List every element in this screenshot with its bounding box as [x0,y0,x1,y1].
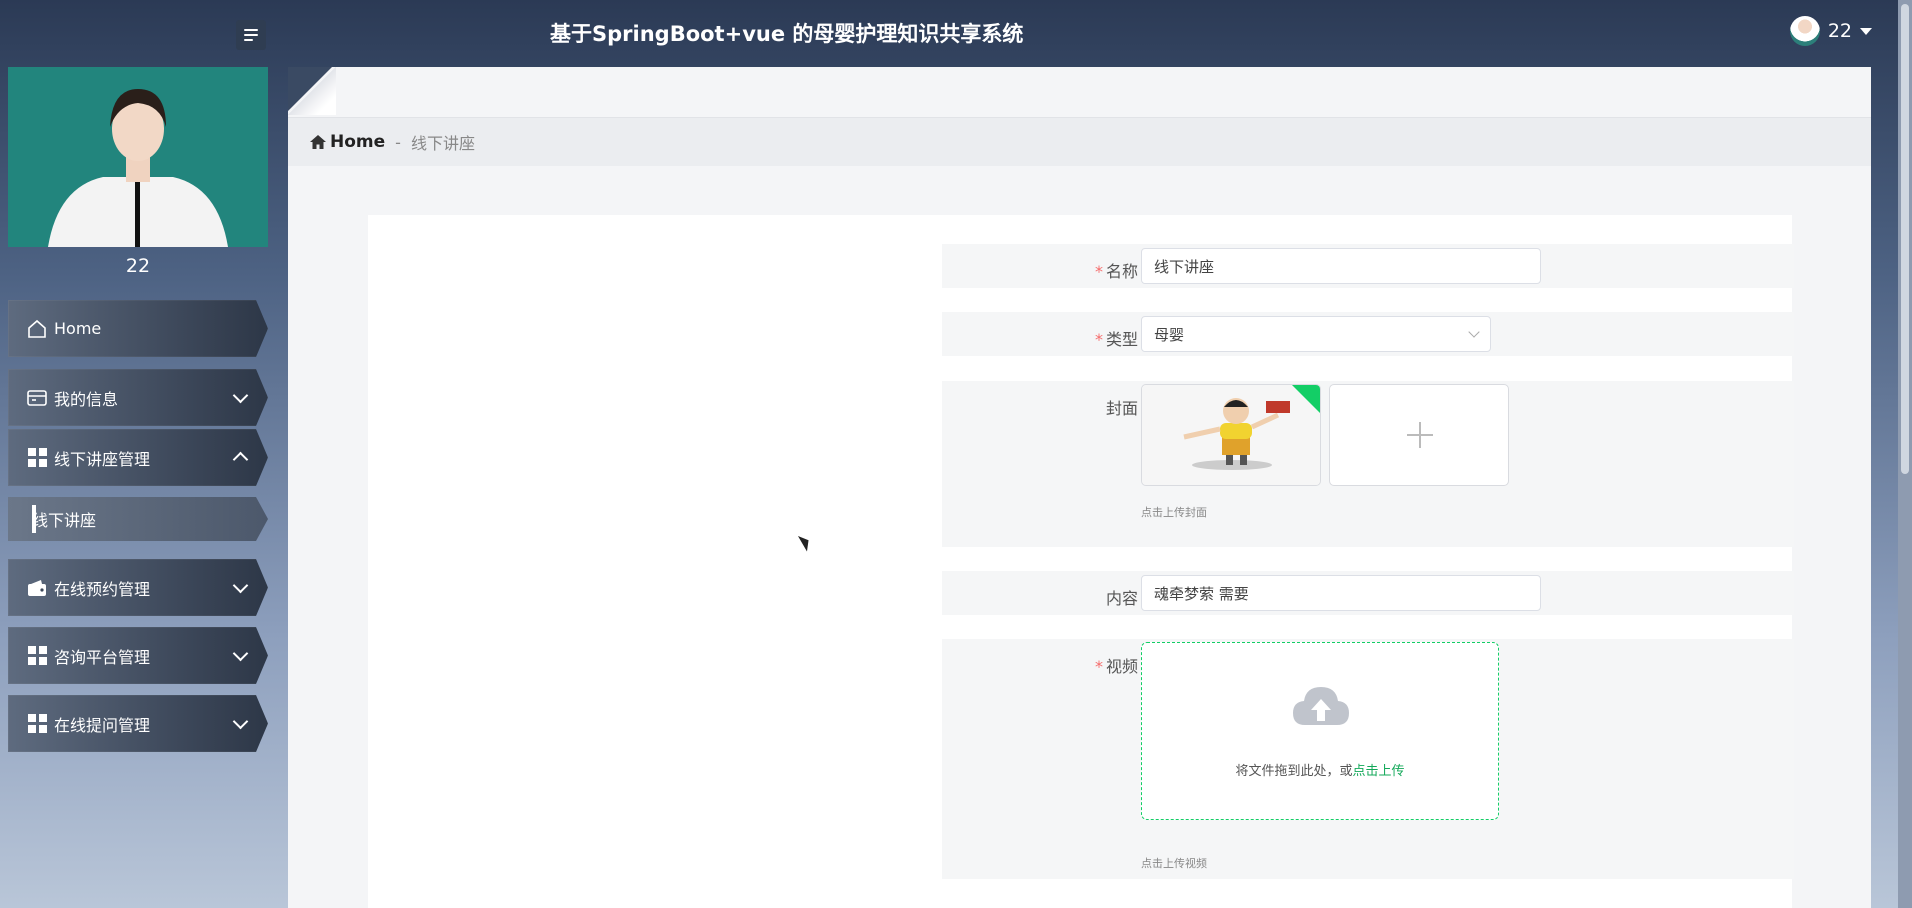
app-title: 基于SpringBoot+vue 的母婴护理知识共享系统 [550,22,1024,46]
content-label: 内容 [1105,589,1138,608]
home-icon [26,318,48,340]
form-row-type: * 类型 母婴 [942,312,1794,356]
sidebar-item-label: 在线预约管理 [54,579,151,599]
page-scrollbar[interactable] [1898,0,1912,908]
name-label: * 名称 [1094,262,1138,281]
profile-photo [8,67,268,247]
type-select[interactable]: 母婴 [1141,316,1491,352]
chevron-down-icon [232,577,249,594]
id-card-icon [26,387,48,409]
profile-name: 22 [125,255,151,277]
click-upload-link[interactable]: 点击上传 [1353,764,1405,779]
chevron-down-icon [232,645,249,662]
grid-icon [26,645,48,667]
sidebar-subitem-label: 线下讲座 [32,511,97,530]
type-label: * 类型 [1094,330,1138,349]
user-name: 22 [1827,20,1852,42]
sidebar-item-my-info[interactable]: 我的信息 [8,369,268,426]
success-corner-badge [1292,385,1320,413]
cloud-upload-icon [1293,687,1349,725]
sidebar-subitem-offline-lecture[interactable]: 线下讲座 [8,497,268,541]
breadcrumb-separator: - [395,132,401,152]
form-row-video: * 视频 将文件拖到此处，或点击上传 点击上传视频 [942,639,1794,879]
sidebar-item-home[interactable]: Home [8,300,268,357]
sidebar-item-consultation-management[interactable]: 咨询平台管理 [8,627,268,684]
user-avatar [1789,16,1820,46]
sidebar-item-appointment-management[interactable]: 在线预约管理 [8,559,268,616]
sidebar-item-label: Home [54,319,102,338]
video-upload-dropzone[interactable]: 将文件拖到此处，或点击上传 [1141,642,1499,820]
page-curl-decoration [288,67,336,115]
scrollbar-thumb[interactable] [1901,4,1909,474]
menu-toggle-icon[interactable] [236,20,266,50]
sidebar-item-lecture-management[interactable]: 线下讲座管理 [8,429,268,486]
form-row-cover: 封面 点击上传封面 [942,381,1794,547]
name-input[interactable]: 线下讲座 [1141,248,1541,284]
sidebar-item-label: 咨询平台管理 [54,647,151,667]
sidebar-item-label: 我的信息 [54,389,119,409]
wallet-icon [26,577,48,599]
caret-down-icon [1860,27,1872,35]
video-label: * 视频 [1094,657,1138,676]
user-menu[interactable]: 22 [1789,16,1872,46]
add-cover-button[interactable] [1329,384,1509,486]
top-header: 基于SpringBoot+vue 的母婴护理知识共享系统 22 [0,0,1912,66]
cover-label: 封面 [1105,399,1138,418]
chevron-down-icon [232,387,249,404]
breadcrumb-home[interactable]: Home [310,132,385,152]
form-row-name: * 名称 线下讲座 [942,244,1794,288]
grid-icon [26,713,48,735]
chevron-down-icon [232,713,249,730]
content-input[interactable]: 魂牵梦萦 需要 [1141,575,1541,611]
form-row-content: 内容 魂牵梦萦 需要 [942,571,1794,615]
upload-text: 将文件拖到此处，或点击上传 [1235,764,1405,779]
sidebar-item-label: 线下讲座管理 [54,449,151,469]
breadcrumb-current: 线下讲座 [410,134,475,153]
breadcrumb-home-label: Home [330,132,386,152]
main-content: Home - 线下讲座 * 名称 线下讲座 * 类型 母婴 封面 点击上传封面 … [288,67,1871,908]
cover-thumbnail[interactable] [1141,384,1321,486]
sidebar-item-label: 在线提问管理 [54,715,151,735]
home-icon [310,135,326,149]
type-select-value: 母婴 [1154,325,1185,344]
video-hint: 点击上传视频 [1141,857,1207,870]
sidebar-item-question-management[interactable]: 在线提问管理 [8,695,268,752]
active-indicator [32,505,36,533]
cover-hint: 点击上传封面 [1141,506,1207,519]
chevron-up-icon [232,451,249,468]
chevron-down-icon [1468,326,1480,338]
grid-icon [26,447,48,469]
breadcrumb: Home - 线下讲座 [288,117,1871,166]
